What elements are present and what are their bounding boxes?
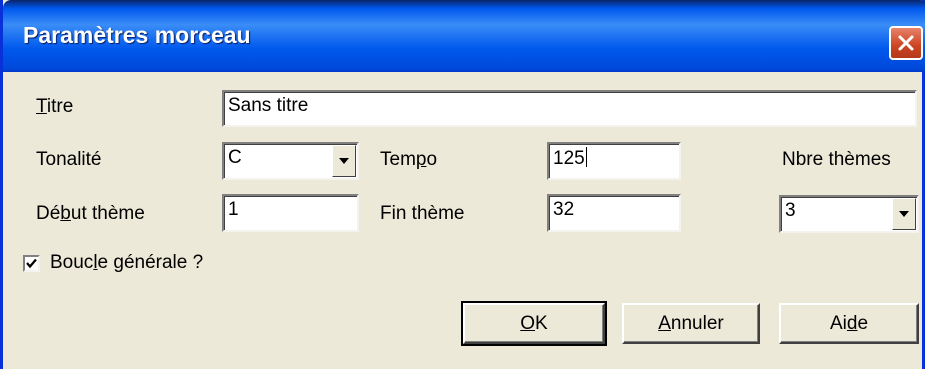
tonalite-label: Tonalité <box>36 149 102 170</box>
ok-button[interactable]: OK <box>461 301 607 346</box>
close-icon <box>898 35 914 51</box>
title-bar-edge <box>3 70 925 72</box>
fin-theme-input[interactable]: 32 <box>547 194 681 232</box>
close-button[interactable] <box>889 26 923 60</box>
chevron-down-icon <box>899 211 909 217</box>
tonalite-dropdown-button[interactable] <box>332 145 356 177</box>
boucle-generale-label[interactable]: Boucle générale ? <box>50 252 203 274</box>
debut-theme-label: Début thème <box>36 203 145 224</box>
debut-theme-input[interactable]: 1 <box>222 194 359 232</box>
title-bar[interactable]: Paramètres morceau <box>3 0 925 70</box>
dialog-window: Paramètres morceau Titre Sans titre Tona… <box>0 0 925 369</box>
titre-label: Titre <box>36 96 74 117</box>
nbre-themes-dropdown-button[interactable] <box>892 198 916 230</box>
fin-theme-label: Fin thème <box>380 203 465 224</box>
check-icon <box>26 258 37 269</box>
boucle-generale-checkbox[interactable] <box>23 255 40 272</box>
chevron-down-icon <box>339 158 349 164</box>
titre-input[interactable]: Sans titre <box>222 90 917 127</box>
annuler-button[interactable]: Annuler <box>622 303 760 344</box>
tempo-label: Tempo <box>380 149 438 170</box>
nbre-themes-select[interactable]: 3 <box>779 195 919 233</box>
dialog-title: Paramètres morceau <box>23 22 251 48</box>
tempo-input[interactable]: 125 <box>547 142 681 180</box>
text-caret <box>585 147 587 167</box>
nbre-themes-label: Nbre thèmes <box>782 149 891 170</box>
aide-button[interactable]: Ai d e <box>779 303 919 344</box>
tonalite-select[interactable]: C <box>222 142 359 180</box>
